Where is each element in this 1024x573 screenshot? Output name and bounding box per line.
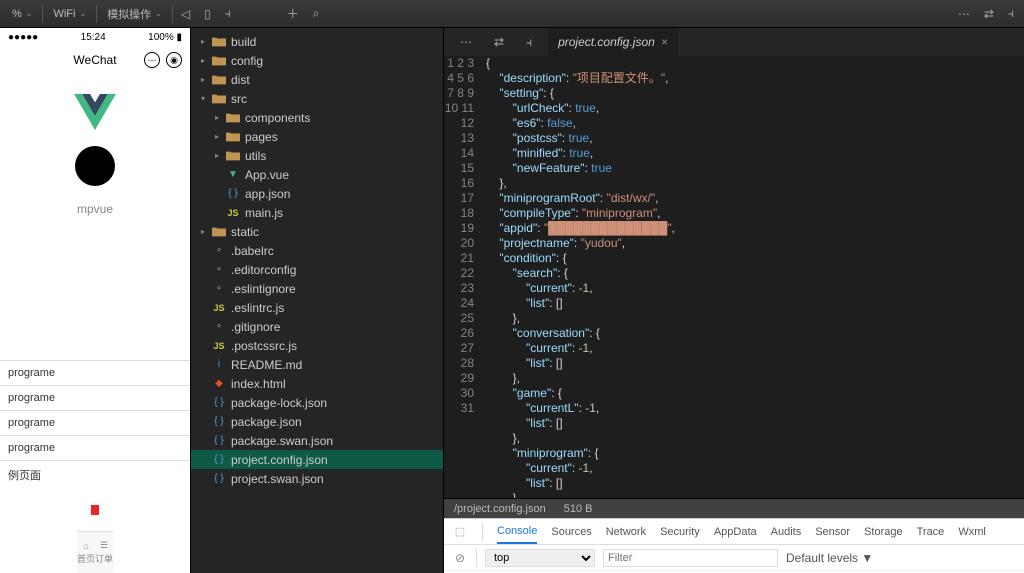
more-icon[interactable]: ⋯ xyxy=(952,7,976,21)
vue-logo-icon xyxy=(74,94,116,130)
list-item[interactable]: programe xyxy=(0,410,190,435)
file-node[interactable]: ▫.babelrc xyxy=(191,241,443,260)
context-select[interactable]: top xyxy=(485,549,595,567)
settings-icon[interactable]: ⇄ xyxy=(978,7,1000,21)
panel-icon[interactable]: ⫞ xyxy=(1002,6,1020,21)
tab-home[interactable]: ⌂首页 xyxy=(77,541,95,565)
close-tab-icon[interactable]: × xyxy=(661,35,668,49)
devtools-tab[interactable]: AppData xyxy=(714,526,757,538)
file-node[interactable]: ▸config xyxy=(191,51,443,70)
github-icon xyxy=(75,146,115,186)
split-icon[interactable]: ⫞ xyxy=(219,6,237,21)
clear-console-icon[interactable]: ⊘ xyxy=(452,551,468,565)
percent-menu[interactable]: % ⌄ xyxy=(4,8,40,20)
file-node[interactable]: { }package.json xyxy=(191,412,443,431)
list-item[interactable]: programe xyxy=(0,435,190,460)
devtools-tab[interactable]: Network xyxy=(606,526,646,538)
file-node[interactable]: ▸components xyxy=(191,108,443,127)
topbar: % ⌄ WiFi ⌄ 模拟操作 ⌄ ◁ ▯ ⫞ ＋ ⌕ ⋯ ⇄ ⫞ xyxy=(0,0,1024,28)
file-node[interactable]: JS.eslintrc.js xyxy=(191,298,443,317)
devtools-tab[interactable]: Storage xyxy=(864,526,903,538)
line-gutter: 1 2 3 4 5 6 7 8 9 10 11 12 13 14 15 16 1… xyxy=(444,56,486,498)
devtools-panel: ⬚ Console Sources Network Security AppData Aud… xyxy=(444,518,1024,573)
capsule-more-icon[interactable]: ⋯ xyxy=(144,52,160,68)
editor-settings-icon[interactable]: ⇄ xyxy=(488,35,510,50)
file-node[interactable]: ▫.gitignore xyxy=(191,317,443,336)
devtools-tab[interactable]: Audits xyxy=(771,526,802,538)
add-icon[interactable]: ＋ xyxy=(281,5,305,22)
levels-select[interactable]: Default levels ▼ xyxy=(786,551,873,565)
devtools-tab[interactable]: Wxml xyxy=(958,526,986,538)
file-node[interactable]: { }package-lock.json xyxy=(191,393,443,412)
filter-input[interactable] xyxy=(603,549,778,567)
devtools-tab[interactable]: Trace xyxy=(917,526,945,538)
list-item[interactable]: 例页面 xyxy=(0,460,190,489)
mpvue-label: mpvue xyxy=(77,202,113,216)
devtools-tab[interactable]: Sensor xyxy=(815,526,850,538)
file-node[interactable]: ▫.editorconfig xyxy=(191,260,443,279)
sim-action-menu[interactable]: 模拟操作 ⌄ xyxy=(99,6,170,22)
phone-statusbar: ●●●●● 15:24 100% ▮ xyxy=(0,28,190,46)
editor-split-icon[interactable]: ⫞ xyxy=(520,35,538,50)
editor-panel: ⋯ ⇄ ⫞ project.config.json × 1 2 3 4 5 6 … xyxy=(444,28,1024,573)
file-node[interactable]: JS.postcssrc.js xyxy=(191,336,443,355)
simulator-list: programeprogrameprogrameprograme例页面 xyxy=(0,360,190,489)
file-node[interactable]: ▸static xyxy=(191,222,443,241)
file-node[interactable]: ▼App.vue xyxy=(191,165,443,184)
editor-more-icon[interactable]: ⋯ xyxy=(454,35,478,50)
search-icon[interactable]: ⌕ xyxy=(307,6,326,21)
file-node[interactable]: ▾src xyxy=(191,89,443,108)
devtools-tabs: ⬚ Console Sources Network Security AppData Aud… xyxy=(444,519,1024,545)
file-node[interactable]: ▫.eslintignore xyxy=(191,279,443,298)
mute-icon[interactable]: ◁ xyxy=(175,7,196,21)
editor-statusbar: /project.config.json 510 B xyxy=(444,498,1024,518)
capsule-close-icon[interactable]: ◉ xyxy=(166,52,182,68)
file-node[interactable]: { }app.json xyxy=(191,184,443,203)
file-node[interactable]: ◆index.html xyxy=(191,374,443,393)
devtools-tab[interactable]: Security xyxy=(660,526,700,538)
file-node[interactable]: ▸dist xyxy=(191,70,443,89)
wifi-menu[interactable]: WiFi ⌄ xyxy=(45,8,94,20)
devtools-tab[interactable]: Console xyxy=(497,525,537,544)
inspect-icon[interactable]: ⬚ xyxy=(452,525,468,538)
file-node[interactable]: { }package.swan.json xyxy=(191,431,443,450)
file-node[interactable]: { }project.config.json xyxy=(191,450,443,469)
tab-orders[interactable]: ☰订单 xyxy=(95,540,113,565)
devtools-tab[interactable]: Sources xyxy=(551,526,591,538)
phone-title: WeChat ⋯ ◉ xyxy=(0,46,190,74)
file-node[interactable]: ▸utils xyxy=(191,146,443,165)
simulator-panel: ●●●●● 15:24 100% ▮ WeChat ⋯ ◉ mpvue prog… xyxy=(0,28,191,573)
device-icon[interactable]: ▯ xyxy=(198,7,217,21)
file-node[interactable]: { }project.swan.json xyxy=(191,469,443,488)
file-node[interactable]: iREADME.md xyxy=(191,355,443,374)
list-item[interactable]: programe xyxy=(0,385,190,410)
file-node[interactable]: ▸pages xyxy=(191,127,443,146)
file-node[interactable]: JSmain.js xyxy=(191,203,443,222)
editor-tab[interactable]: project.config.json × xyxy=(548,28,678,56)
file-explorer[interactable]: ▸build▸config▸dist▾src▸components▸pages▸… xyxy=(191,28,444,573)
list-item[interactable]: programe xyxy=(0,360,190,385)
file-node[interactable]: ▸build xyxy=(191,32,443,51)
code-editor[interactable]: 1 2 3 4 5 6 7 8 9 10 11 12 13 14 15 16 1… xyxy=(444,56,1024,498)
